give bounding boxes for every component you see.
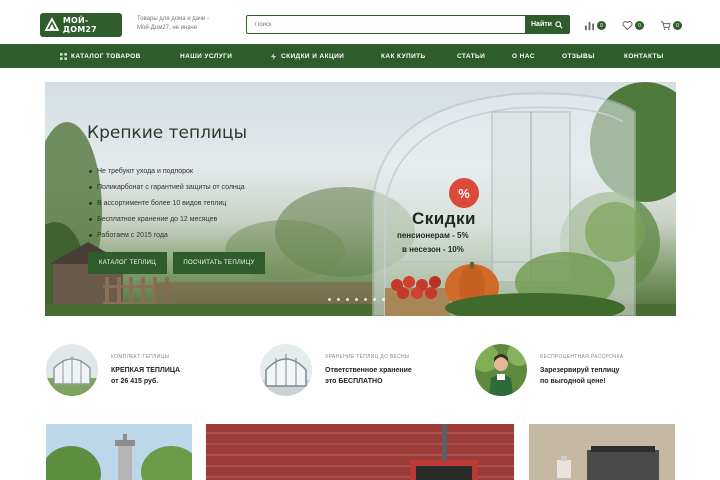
search-button-label: Найти (531, 21, 552, 28)
lightning-icon (270, 52, 277, 60)
slider-dot[interactable] (382, 298, 385, 301)
nav-services-label: НАШИ УСЛУГИ (180, 52, 233, 60)
search-button[interactable]: Найти (525, 16, 569, 33)
feature-subtitle: это БЕСПЛАТНО (325, 378, 383, 385)
compare-count: 0 (597, 21, 606, 30)
compare-icon (584, 21, 595, 31)
hero-benefit: Поликарбонат с гарантией защиты от солнц… (89, 179, 245, 195)
heart-icon (622, 21, 633, 31)
logo[interactable]: МОЙ-ДОМ27 (40, 13, 122, 37)
slider-dot[interactable] (373, 298, 376, 301)
category-tile-stove[interactable] (206, 424, 514, 480)
stove-image (206, 424, 514, 480)
feature-caption: ХРАНЕНИЕ ТЕПЛИЦ ДО ВЕСНЫ (325, 354, 410, 360)
hero-title: Крепкие теплицы (87, 123, 247, 143)
tagline-line-1: Товары для дома и дачи - (137, 16, 210, 22)
hero-banner[interactable]: Крепкие теплицы Не требуют ухода и подпо… (45, 82, 676, 316)
compare-button[interactable]: 0 (584, 20, 606, 31)
nav-how-to-buy-label: КАК КУПИТЬ (381, 52, 426, 60)
hero-benefit: Бесплатное хранение до 12 месяцев (89, 212, 245, 228)
nav-about[interactable]: О НАС (512, 44, 535, 68)
discount-percent-badge: % (449, 178, 479, 208)
installment-image (475, 344, 527, 396)
category-tile-boiler[interactable] (529, 424, 675, 480)
logo-icon (44, 17, 60, 31)
feature-title: Зарезервируй теплицу (540, 367, 620, 374)
favorites-count: 0 (635, 21, 644, 30)
sale-offseason: в несезон - 10% (402, 245, 464, 254)
search-box: Найти (246, 15, 570, 34)
feature-installment[interactable]: БЕСПРОЦЕНТНАЯ РАССРОЧКА Зарезервируй теп… (475, 344, 660, 396)
hero-benefit: В ассортименте более 10 видов теплиц (89, 195, 245, 211)
nav-about-label: О НАС (512, 52, 535, 60)
greenhouse-catalog-button[interactable]: КАТАЛОГ ТЕПЛИЦ (88, 252, 167, 274)
nav-articles-label: СТАТЬИ (457, 52, 486, 60)
header: МОЙ-ДОМ27 Товары для дома и дачи - Мой-Д… (0, 6, 720, 44)
feature-subtitle: по выгодной цене! (540, 378, 606, 385)
slider-dots (328, 298, 385, 301)
nav-services[interactable]: НАШИ УСЛУГИ (180, 44, 232, 68)
chimney-image (46, 424, 192, 480)
calculate-greenhouse-button[interactable]: ПОСЧИТАТЬ ТЕПЛИЦУ (173, 252, 265, 274)
sale-title: Скидки (412, 209, 476, 228)
nav-sales-label: СКИДКИ И АКЦИИ (281, 52, 345, 60)
page: МОЙ-ДОМ27 Товары для дома и дачи - Мой-Д… (0, 0, 720, 480)
feature-storage[interactable]: ХРАНЕНИЕ ТЕПЛИЦ ДО ВЕСНЫ Ответственное х… (260, 344, 445, 396)
nav-reviews[interactable]: ОТЗЫВЫ (562, 44, 595, 68)
nav-catalog[interactable]: КАТАЛОГ ТОВАРОВ (60, 44, 141, 68)
slider-dot[interactable] (355, 298, 358, 301)
hero-benefit: Работаем с 2015 года (89, 228, 245, 244)
logo-text: МОЙ-ДОМ27 (62, 16, 97, 34)
tagline: Товары для дома и дачи - Мой-Дом27, не и… (137, 15, 237, 33)
nav-articles[interactable]: СТАТЬИ (457, 44, 485, 68)
nav-catalog-label: КАТАЛОГ ТОВАРОВ (71, 52, 141, 60)
slider-dot[interactable] (346, 298, 349, 301)
feature-price: от 26 415 руб. (111, 378, 159, 385)
sale-pensioners: пенсионерам - 5% (397, 231, 469, 240)
slider-dot[interactable] (328, 298, 331, 301)
main-nav: КАТАЛОГ ТОВАРОВ НАШИ УСЛУГИ СКИДКИ И АКЦ… (0, 44, 720, 68)
category-tile-chimney[interactable] (46, 424, 192, 480)
nav-how-to-buy[interactable]: КАК КУПИТЬ (381, 44, 426, 68)
grid-icon (60, 52, 67, 60)
feature-title: КРЕПКАЯ ТЕПЛИЦА (111, 367, 181, 374)
search-input[interactable] (247, 16, 525, 33)
nav-contacts[interactable]: КОНТАКТЫ (624, 44, 664, 68)
cart-count: 0 (673, 21, 682, 30)
cart-icon (660, 21, 671, 30)
cart-button[interactable]: 0 (660, 20, 682, 31)
hero-benefits-list: Не требуют ухода и подпорок Поликарбонат… (89, 163, 245, 244)
nav-contacts-label: КОНТАКТЫ (624, 52, 664, 60)
greenhouse-kit-image (46, 344, 98, 396)
favorites-button[interactable]: 0 (622, 20, 644, 31)
feature-title: Ответственное хранение (325, 367, 412, 374)
feature-caption: КОМПЛЕКТ ТЕПЛИЦЫ (111, 354, 170, 360)
tagline-line-2: Мой-Дом27, не иначе (137, 25, 198, 31)
slider-dot[interactable] (364, 298, 367, 301)
search-icon (555, 20, 563, 29)
feature-caption: БЕСПРОЦЕНТНАЯ РАССРОЧКА (540, 354, 624, 360)
boiler-image (529, 424, 675, 480)
slider-dot[interactable] (337, 298, 340, 301)
hero-benefit: Не требуют ухода и подпорок (89, 163, 245, 179)
nav-sales[interactable]: СКИДКИ И АКЦИИ (270, 44, 344, 68)
nav-reviews-label: ОТЗЫВЫ (562, 52, 595, 60)
greenhouse-storage-image (260, 344, 312, 396)
feature-greenhouse-kit[interactable]: КОМПЛЕКТ ТЕПЛИЦЫ КРЕПКАЯ ТЕПЛИЦА от 26 4… (46, 344, 231, 396)
